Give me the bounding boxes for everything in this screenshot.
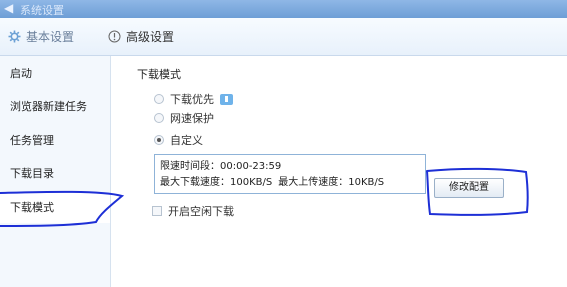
info-icon[interactable] (220, 93, 233, 105)
sidebar: 启动 浏览器新建任务 任务管理 下载目录 下载模式 (0, 56, 111, 287)
radio-custom[interactable]: 自定义 (154, 132, 203, 148)
tab-basic-settings[interactable]: 基本设置 (8, 18, 74, 55)
radio-button[interactable] (154, 94, 164, 104)
gear-icon (8, 30, 21, 43)
window-title: 系统设置 (20, 4, 64, 17)
title-bar: ◀ 系统设置 (0, 0, 567, 18)
radio-label: 自定义 (170, 134, 203, 147)
sidebar-item-download-directory[interactable]: 下载目录 (0, 159, 110, 189)
tab-basic-settings-label: 基本设置 (26, 30, 75, 44)
radio-button-checked[interactable] (154, 135, 164, 145)
max-download-label: 最大下载速度： (160, 177, 230, 188)
back-arrow-icon[interactable]: ◀ (4, 1, 13, 15)
sidebar-item-download-mode[interactable]: 下载模式 (0, 193, 110, 223)
idle-download-label: 开启空闲下载 (168, 205, 234, 218)
idle-download-option[interactable]: 开启空闲下载 (152, 204, 234, 218)
sidebar-item-browser-new-task[interactable]: 浏览器新建任务 (0, 92, 110, 122)
modify-config-button[interactable]: 修改配置 (434, 178, 504, 198)
max-upload-label: 最大上传速度： (278, 177, 349, 188)
tab-advanced-settings[interactable]: 高级设置 (108, 18, 174, 55)
limit-speed-line: 最大下载速度：100KB/S 最大上传速度：10KB/S (160, 175, 420, 191)
radio-button[interactable] (154, 113, 164, 123)
radio-download-priority[interactable]: 下载优先 (154, 91, 233, 107)
radio-network-protection[interactable]: 网速保护 (154, 110, 214, 126)
radio-label: 下载优先 (170, 93, 214, 106)
info-circle-icon (108, 30, 121, 43)
tab-bar: 基本设置 高级设置 (0, 18, 567, 56)
limit-time-value: 00:00-23:59 (220, 161, 282, 172)
max-upload-value: 10KB/S (348, 177, 385, 188)
limit-time-label: 限速时间段： (160, 161, 220, 172)
sidebar-item-task-management[interactable]: 任务管理 (0, 126, 110, 156)
speed-limit-box: 限速时间段：00:00-23:59 最大下载速度：100KB/S 最大上传速度：1… (154, 154, 426, 194)
max-download-value: 100KB/S (230, 177, 273, 188)
radio-label: 网速保护 (170, 112, 214, 125)
idle-download-checkbox[interactable] (152, 206, 162, 216)
sidebar-item-startup[interactable]: 启动 (0, 59, 110, 89)
section-title-download-mode: 下载模式 (137, 68, 181, 81)
tab-advanced-settings-label: 高级设置 (126, 30, 175, 44)
limit-time-line: 限速时间段：00:00-23:59 (160, 159, 420, 175)
